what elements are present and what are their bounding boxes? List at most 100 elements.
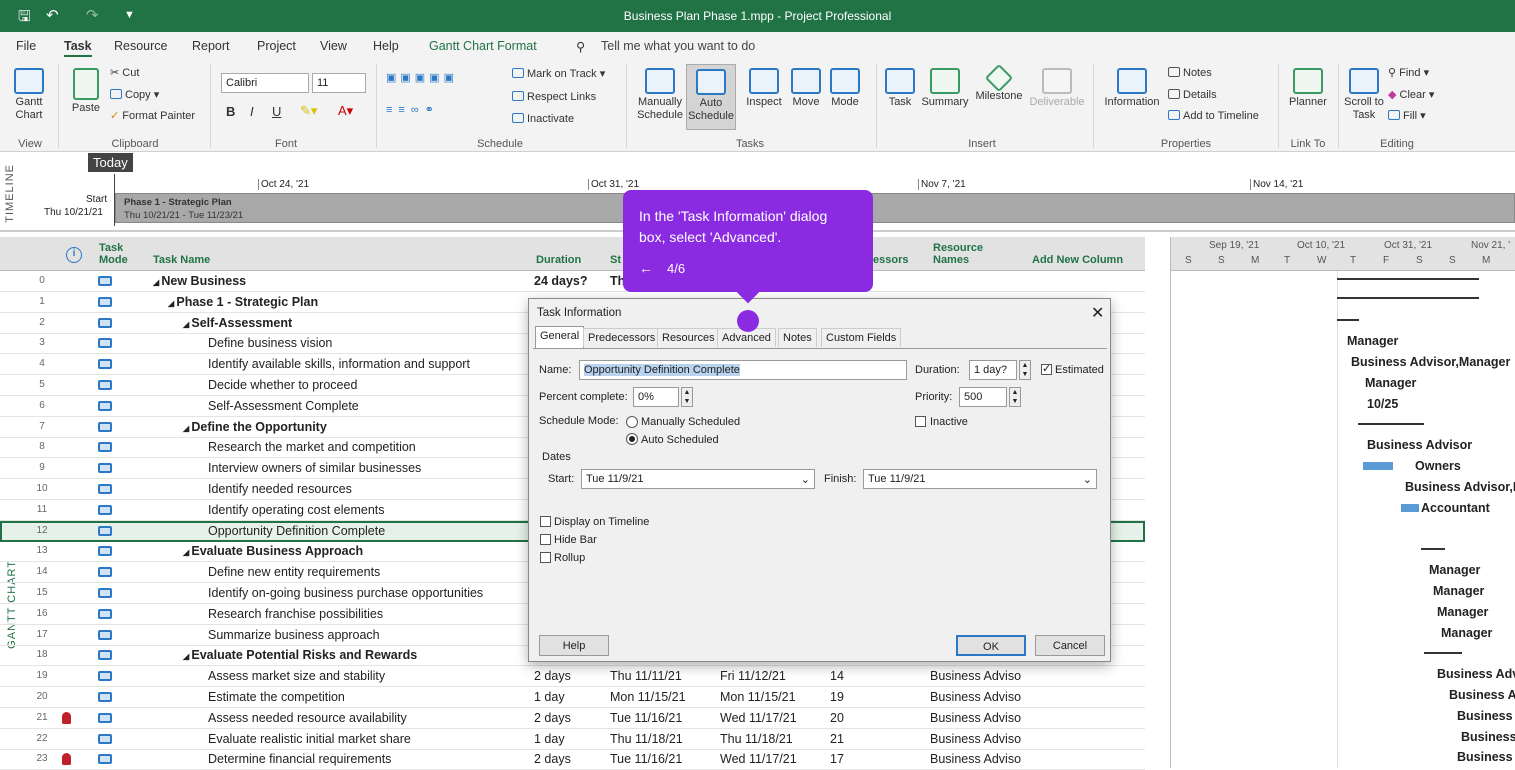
col-task-mode[interactable]: Task Mode — [99, 242, 149, 266]
task-name[interactable]: ◢ Evaluate Potential Risks and Rewards — [183, 648, 417, 662]
predecessors-cell[interactable]: 17 — [830, 752, 844, 766]
finish-cell[interactable]: Thu 11/18/21 — [720, 732, 793, 746]
cut-button[interactable]: ✂ Cut — [110, 67, 139, 80]
start-cell[interactable]: Thu 11/11/21 — [610, 669, 682, 683]
finish-field[interactable]: Tue 11/9/21 ⌄ — [863, 469, 1097, 489]
link-tools-icons[interactable]: ≡≡∞⚭ — [386, 104, 440, 117]
estimated-checkbox[interactable]: ✓ — [1041, 363, 1052, 375]
task-name[interactable]: Estimate the competition — [208, 690, 345, 704]
task-name[interactable]: Identify on-going business purchase oppo… — [208, 586, 483, 600]
gantt-chart-button[interactable]: Gantt Chart — [8, 68, 50, 122]
fill-button[interactable]: Fill ▾ — [1388, 110, 1426, 123]
task-name[interactable]: ◢ Phase 1 - Strategic Plan — [168, 295, 318, 309]
inactive-checkbox[interactable] — [915, 416, 926, 427]
priority-field[interactable]: 500 — [959, 387, 1007, 407]
resource-cell[interactable]: Business Adviso — [930, 752, 1021, 766]
mode-button[interactable]: Mode — [827, 68, 863, 109]
resource-cell[interactable]: Business Adviso — [930, 711, 1021, 725]
bold-button[interactable]: B — [226, 105, 235, 118]
task-name[interactable]: Identify operating cost elements — [208, 503, 385, 517]
menu-project[interactable]: Project — [257, 39, 296, 53]
task-name[interactable]: ◢ Self-Assessment — [183, 316, 292, 330]
predecessors-cell[interactable]: 19 — [830, 690, 844, 704]
table-row[interactable]: 21 Assess needed resource availability 2 d… — [0, 708, 1145, 729]
col-task-name[interactable]: Task Name — [153, 254, 210, 266]
menu-help[interactable]: Help — [373, 39, 399, 53]
name-field[interactable]: Opportunity Definition Complete — [579, 360, 907, 380]
menu-gantt-format[interactable]: Gantt Chart Format — [429, 39, 537, 53]
planner-button[interactable]: Planner — [1286, 68, 1330, 109]
font-name-combo[interactable]: Calibri — [221, 73, 309, 93]
predecessors-cell[interactable]: 21 — [830, 732, 844, 746]
find-button[interactable]: ⚲ Find ▾ — [1388, 67, 1429, 80]
tab-general[interactable]: General — [535, 326, 585, 348]
inspect-button[interactable]: Inspect — [744, 68, 784, 109]
col-resource-names[interactable]: Resource Names — [933, 242, 1003, 266]
start-cell[interactable]: Tue 11/16/21 — [610, 711, 682, 725]
task-insert-button[interactable]: Task — [884, 68, 916, 109]
information-button[interactable]: Information — [1101, 68, 1163, 109]
cancel-button[interactable]: Cancel — [1035, 635, 1105, 656]
menu-task[interactable]: Task — [64, 39, 92, 57]
task-name[interactable]: Interview owners of similar businesses — [208, 461, 421, 475]
display-timeline-checkbox[interactable] — [540, 516, 551, 527]
start-cell[interactable]: Thu 11/18/21 — [610, 732, 683, 746]
underline-button[interactable]: U — [272, 105, 281, 118]
menu-file[interactable]: File — [16, 39, 36, 53]
back-arrow-icon[interactable]: ← — [639, 260, 653, 276]
highlight-icon[interactable]: ✎▾ — [300, 104, 317, 117]
duration-cell[interactable]: 2 days — [534, 752, 571, 766]
milestone-button[interactable]: Milestone — [972, 63, 1026, 103]
rollup-checkbox[interactable] — [540, 552, 551, 563]
duration-field[interactable]: 1 day? — [969, 360, 1017, 380]
percent-complete-icons[interactable]: ▣▣▣▣▣ — [386, 72, 458, 85]
col-add-new[interactable]: Add New Column — [1032, 254, 1123, 266]
gantt-chart-area[interactable]: Sep 19, '21 Oct 10, '21 Oct 31, '21 Nov … — [1170, 237, 1515, 768]
menu-resource[interactable]: Resource — [114, 39, 168, 53]
duration-cell[interactable]: 24 days? — [534, 274, 588, 288]
ok-button[interactable]: OK — [956, 635, 1026, 656]
table-row[interactable]: 22 Evaluate realistic initial market shar… — [0, 729, 1145, 750]
percent-spinner[interactable]: ▲ ▼ — [681, 387, 693, 407]
finish-cell[interactable]: Mon 11/15/21 — [720, 690, 796, 704]
task-name[interactable]: Define new entity requirements — [208, 565, 380, 579]
tab-resources[interactable]: Resources — [657, 328, 720, 347]
tab-custom-fields[interactable]: Custom Fields — [821, 328, 902, 347]
duration-cell[interactable]: 1 day — [534, 732, 565, 746]
tell-me-box[interactable]: Tell me what you want to do — [601, 39, 755, 53]
move-button[interactable]: Move — [788, 68, 824, 109]
deliverable-button[interactable]: Deliverable — [1028, 68, 1086, 109]
task-name[interactable]: Assess needed resource availability — [208, 711, 407, 725]
task-name[interactable]: Determine financial requirements — [208, 752, 391, 766]
priority-spinner[interactable]: ▲ ▼ — [1009, 387, 1021, 407]
gantt-bar-owners[interactable] — [1363, 462, 1393, 470]
copy-button[interactable]: Copy ▾ — [110, 89, 159, 102]
italic-button[interactable]: I — [250, 105, 254, 118]
task-name[interactable]: ◢ Evaluate Business Approach — [183, 544, 363, 558]
start-cell[interactable]: Mon 11/15/21 — [610, 690, 686, 704]
task-name[interactable]: Research the market and competition — [208, 440, 416, 454]
paste-button[interactable]: Paste — [68, 68, 104, 115]
percent-field[interactable]: 0% — [633, 387, 679, 407]
task-name[interactable]: Define business vision — [208, 336, 332, 350]
respect-links-button[interactable]: Respect Links — [512, 91, 596, 104]
tab-predecessors[interactable]: Predecessors — [583, 328, 661, 347]
resource-cell[interactable]: Business Adviso — [930, 732, 1021, 746]
scroll-to-task-button[interactable]: Scroll to Task — [1344, 68, 1384, 122]
font-color-icon[interactable]: A▾ — [338, 104, 353, 117]
tab-notes[interactable]: Notes — [778, 328, 817, 347]
manual-radio[interactable] — [626, 416, 638, 428]
manually-schedule-button[interactable]: Manually Schedule — [636, 68, 684, 122]
auto-schedule-button[interactable]: Auto Schedule — [686, 64, 736, 130]
mark-on-track-button[interactable]: Mark on Track ▾ — [512, 68, 605, 81]
inactivate-button[interactable]: Inactivate — [512, 113, 574, 126]
predecessors-cell[interactable]: 14 — [830, 669, 844, 683]
table-row[interactable]: 20 Estimate the competition 1 day Mon 11/15… — [0, 687, 1145, 708]
finish-cell[interactable]: Wed 11/17/21 — [720, 711, 797, 725]
col-duration[interactable]: Duration — [536, 254, 581, 266]
start-field[interactable]: Tue 11/9/21 ⌄ — [581, 469, 815, 489]
task-name[interactable]: Summarize business approach — [208, 628, 380, 642]
resource-cell[interactable]: Business Adviso — [930, 690, 1021, 704]
task-name[interactable]: ◢ Define the Opportunity — [183, 420, 327, 434]
start-cell[interactable]: Tue 11/16/21 — [610, 752, 682, 766]
